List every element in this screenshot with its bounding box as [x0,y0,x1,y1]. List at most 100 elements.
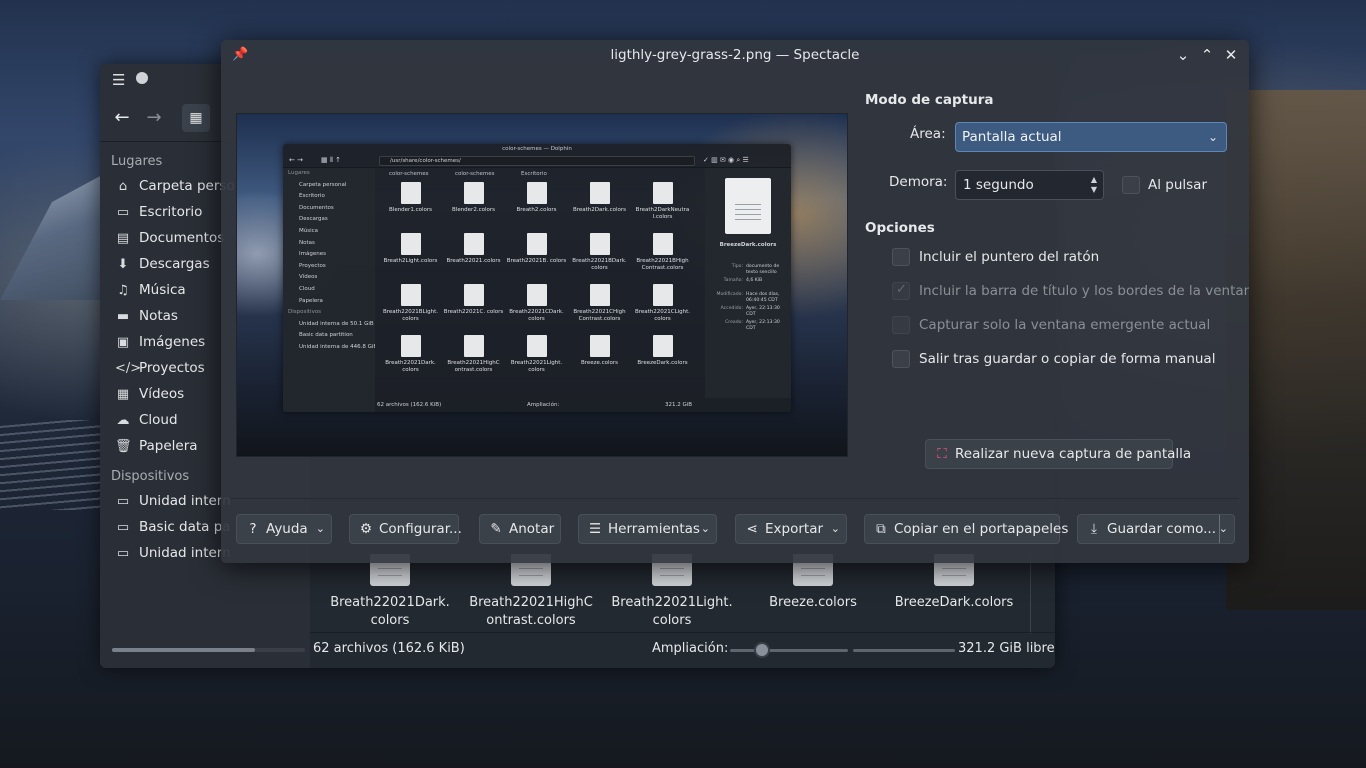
preview-tab: color-schemes [389,171,429,177]
device-item-label: Unidad intern [139,493,231,509]
preview-document-icon [652,284,673,306]
preview-file-name: BreezeDark.colors [637,360,688,366]
preview-file-item: Breath22021Light. colors [505,335,568,374]
close-icon[interactable]: ✕ [1220,44,1242,66]
help-icon: ? [249,521,257,537]
preview-file-item: Breath22021HighC ontrast.colors [442,335,505,374]
sidebar-item-label: Proyectos [139,360,205,376]
spectacle-window: 📌 ligthly-grey-grass-2.png — Spectacle ⌄… [221,40,1249,563]
sidebar-item-label: Escritorio [139,204,203,220]
screenshot-preview[interactable]: color-schemes — Dolphin ← → ▦ ⦀ ↑ /usr/s… [236,113,848,457]
file-grid: Breath22021Dark. colors Breath22021HighC on… [310,554,1055,634]
preview-sidebar-item: Música [299,227,319,234]
maximize-chevron-up-icon[interactable]: ⌃ [1196,44,1218,66]
spin-down-icon[interactable]: ▼ [1091,185,1097,194]
preview-file-item: Breath22021CDark. colors [505,284,568,323]
preview-document-icon [400,284,421,306]
zoom-slider-track[interactable] [730,649,848,652]
delay-spinbox[interactable]: 1 segundo ▲ ▼ [955,170,1104,200]
preview-file-name: Breath22021CHigh Contrast.colors [573,309,626,322]
preview-file-name: Breath2Dark.colors [572,207,627,213]
preview-file-item: Breeze.colors [568,335,631,367]
preview-status-count: 62 archivos (162.6 KiB) [377,402,442,408]
preview-file-item: Breath22021C. colors [442,284,505,316]
preview-document-icon [652,335,673,357]
new-screenshot-button[interactable]: ⛶ Realizar nueva captura de pantalla [925,439,1191,469]
preview-file-item: Blender2.colors [442,182,505,214]
delay-label: Demora: [889,174,948,190]
tools-button[interactable]: ☰ Herramientas ⌄ [578,514,717,544]
annotate-button[interactable]: ✎ Anotar [479,514,561,544]
sidebar-scrollbar-handle[interactable] [112,648,255,652]
help-button[interactable]: ? Ayuda ⌄ [236,514,332,544]
save-label: Guardar como... [1107,521,1217,537]
preview-info-key: Tipo: [731,264,743,269]
downloads-icon: ⬇ [117,257,129,272]
preview-device-item: Unidad interna de 50.1 GiB [299,320,374,327]
drive-icon: ▭ [116,520,130,535]
preview-back-icon: ← → [289,156,303,164]
preview-info-value: Ayer, 22:13:30 CDT [746,306,780,317]
option-checkbox[interactable] [892,282,910,300]
preview-file-item: Breath22021.colors [442,233,505,265]
on-click-label: Al pulsar [1148,177,1208,193]
file-item[interactable]: Breath22021Dark. colors [320,554,460,630]
preview-info-key: Tamaño: [723,278,743,283]
preview-sidebar-item: Papelera [299,297,323,304]
minimize-chevron-down-icon[interactable]: ⌄ [1172,44,1194,66]
file-item[interactable]: Breath22021Light. colors [602,554,742,630]
info-panel-divider [1030,554,1031,634]
option-checkbox[interactable] [892,248,910,266]
pencil-icon: ✎ [490,521,502,537]
window-title: ligthly-grey-grass-2.png — Spectacle [610,47,860,63]
preview-file-name: Breath22021Dark. colors [385,360,436,373]
preview-sidebar-item: Cloud [299,285,315,292]
preview-status-zoom: Ampliación: [527,402,560,408]
preview-document-icon [400,182,421,204]
sidebar-item-label: Cloud [139,412,178,428]
help-label: Ayuda [266,521,308,537]
preview-status-free: 321.2 GiB libre [665,402,693,408]
preview-file-item: Breath2.colors [505,182,568,214]
sidebar-item-label: Papelera [139,438,198,454]
back-arrow-icon[interactable]: ← [108,104,136,132]
export-button[interactable]: ⋖ Exportar ⌄ [735,514,847,544]
share-icon: ⋖ [746,521,758,537]
on-click-checkbox[interactable] [1122,176,1140,194]
configure-button[interactable]: ⚙ Configurar... [349,514,462,544]
chevron-down-icon: ⌄ [830,522,840,535]
options-heading: Opciones [865,220,935,236]
hamburger-menu-icon[interactable]: ☰ [112,71,125,89]
icon-view-grid-icon[interactable]: ▦ [182,104,210,132]
trash-icon: 🗑 [115,439,132,454]
desktop-icon: ▭ [116,205,130,220]
option-checkbox[interactable] [892,350,910,368]
notes-folder-icon: ▬ [116,309,130,324]
preview-tab: Escritorio [521,171,547,177]
zoom-slider-handle[interactable] [754,642,770,658]
copy-to-clipboard-button[interactable]: ⧉ Copiar en el portapapeles [864,514,1068,544]
file-name-line2: colors [370,613,410,628]
window-dot-icon[interactable] [136,72,148,84]
preview-info-row: Accedido: Ayer, 22:13:30 CDT [709,306,789,318]
save-options-chevron-down-icon[interactable]: ⌄ [1219,515,1228,543]
area-combobox[interactable]: Pantalla actual ⌄ [955,122,1227,152]
file-item[interactable]: Breath22021HighC ontrast.colors [461,554,601,630]
preview-file-name: Blender2.colors [452,207,495,213]
option-checkbox[interactable] [892,316,910,334]
divider [231,498,1239,499]
preview-file-item: Breath2Light.colors [379,233,442,265]
sidebar-item-label: Música [139,282,186,298]
preview-file-item: Breath22021BHigh Contrast.colors [631,233,694,272]
images-icon: ▣ [116,335,130,350]
preview-sidebar: Lugares Carpeta personal Escritorio Documen… [283,168,375,412]
capture-icon: ⛶ [937,446,947,462]
list-icon: ☰ [588,521,602,537]
save-download-icon: ⤓ [1091,521,1097,537]
sidebar-item-label: Vídeos [139,386,185,402]
spin-up-icon[interactable]: ▲ [1091,175,1097,184]
preview-sidebar-item: Carpeta personal [299,181,347,188]
forward-arrow-icon[interactable]: → [140,104,168,132]
save-as-button[interactable]: ⤓ Guardar como... ⌄ [1077,514,1235,544]
preview-info-value: Ayer, 22:13:30 CDT [746,320,780,331]
